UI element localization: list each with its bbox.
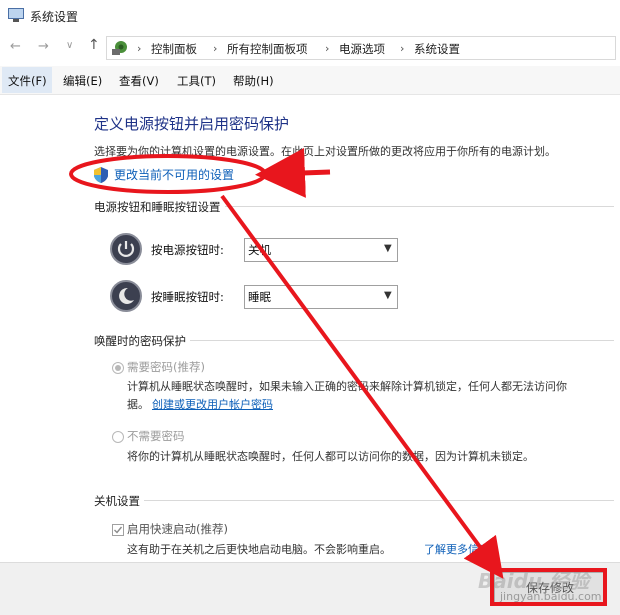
annotation-arrow-diagonal [220, 194, 504, 579]
annotation-ellipse [69, 154, 267, 194]
annotation-box [490, 568, 607, 606]
annotation-overlay [69, 147, 607, 606]
annotation-arrow-left [255, 147, 331, 198]
